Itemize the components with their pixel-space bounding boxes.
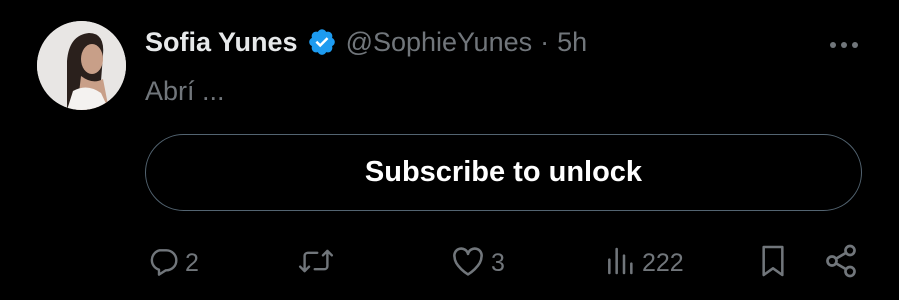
share-button[interactable] bbox=[823, 240, 859, 286]
share-icon bbox=[823, 243, 859, 284]
more-options-icon[interactable] bbox=[823, 30, 865, 60]
avatar-image bbox=[37, 21, 126, 110]
subscribe-button[interactable]: Subscribe to unlock bbox=[145, 134, 862, 211]
view-count: 222 bbox=[642, 248, 684, 277]
bookmark-icon bbox=[757, 243, 789, 284]
reply-button[interactable]: 2 bbox=[147, 240, 199, 286]
action-bar: 2 3 222 bbox=[0, 240, 899, 286]
separator-dot: · bbox=[540, 26, 550, 57]
post-text: Abrí ... bbox=[145, 76, 225, 106]
reply-count: 2 bbox=[185, 248, 199, 277]
author-name[interactable]: Sofia Yunes bbox=[145, 27, 298, 58]
heart-icon bbox=[451, 245, 485, 282]
bookmark-button[interactable] bbox=[757, 240, 789, 286]
post-header: Sofia Yunes @SophieYunes · 5h bbox=[145, 22, 587, 62]
repost-button[interactable] bbox=[297, 240, 341, 286]
like-button[interactable]: 3 bbox=[451, 240, 505, 286]
reply-icon bbox=[147, 245, 179, 282]
post-timestamp[interactable]: 5h bbox=[557, 27, 587, 58]
repost-icon bbox=[297, 245, 335, 282]
post[interactable]: Sofia Yunes @SophieYunes · 5h Abrí ... S… bbox=[0, 0, 899, 300]
analytics-icon bbox=[604, 245, 636, 282]
avatar[interactable] bbox=[37, 21, 126, 110]
author-handle[interactable]: @SophieYunes bbox=[346, 27, 533, 58]
views-button[interactable]: 222 bbox=[604, 240, 684, 286]
like-count: 3 bbox=[491, 248, 505, 277]
verified-badge-icon bbox=[307, 27, 337, 57]
